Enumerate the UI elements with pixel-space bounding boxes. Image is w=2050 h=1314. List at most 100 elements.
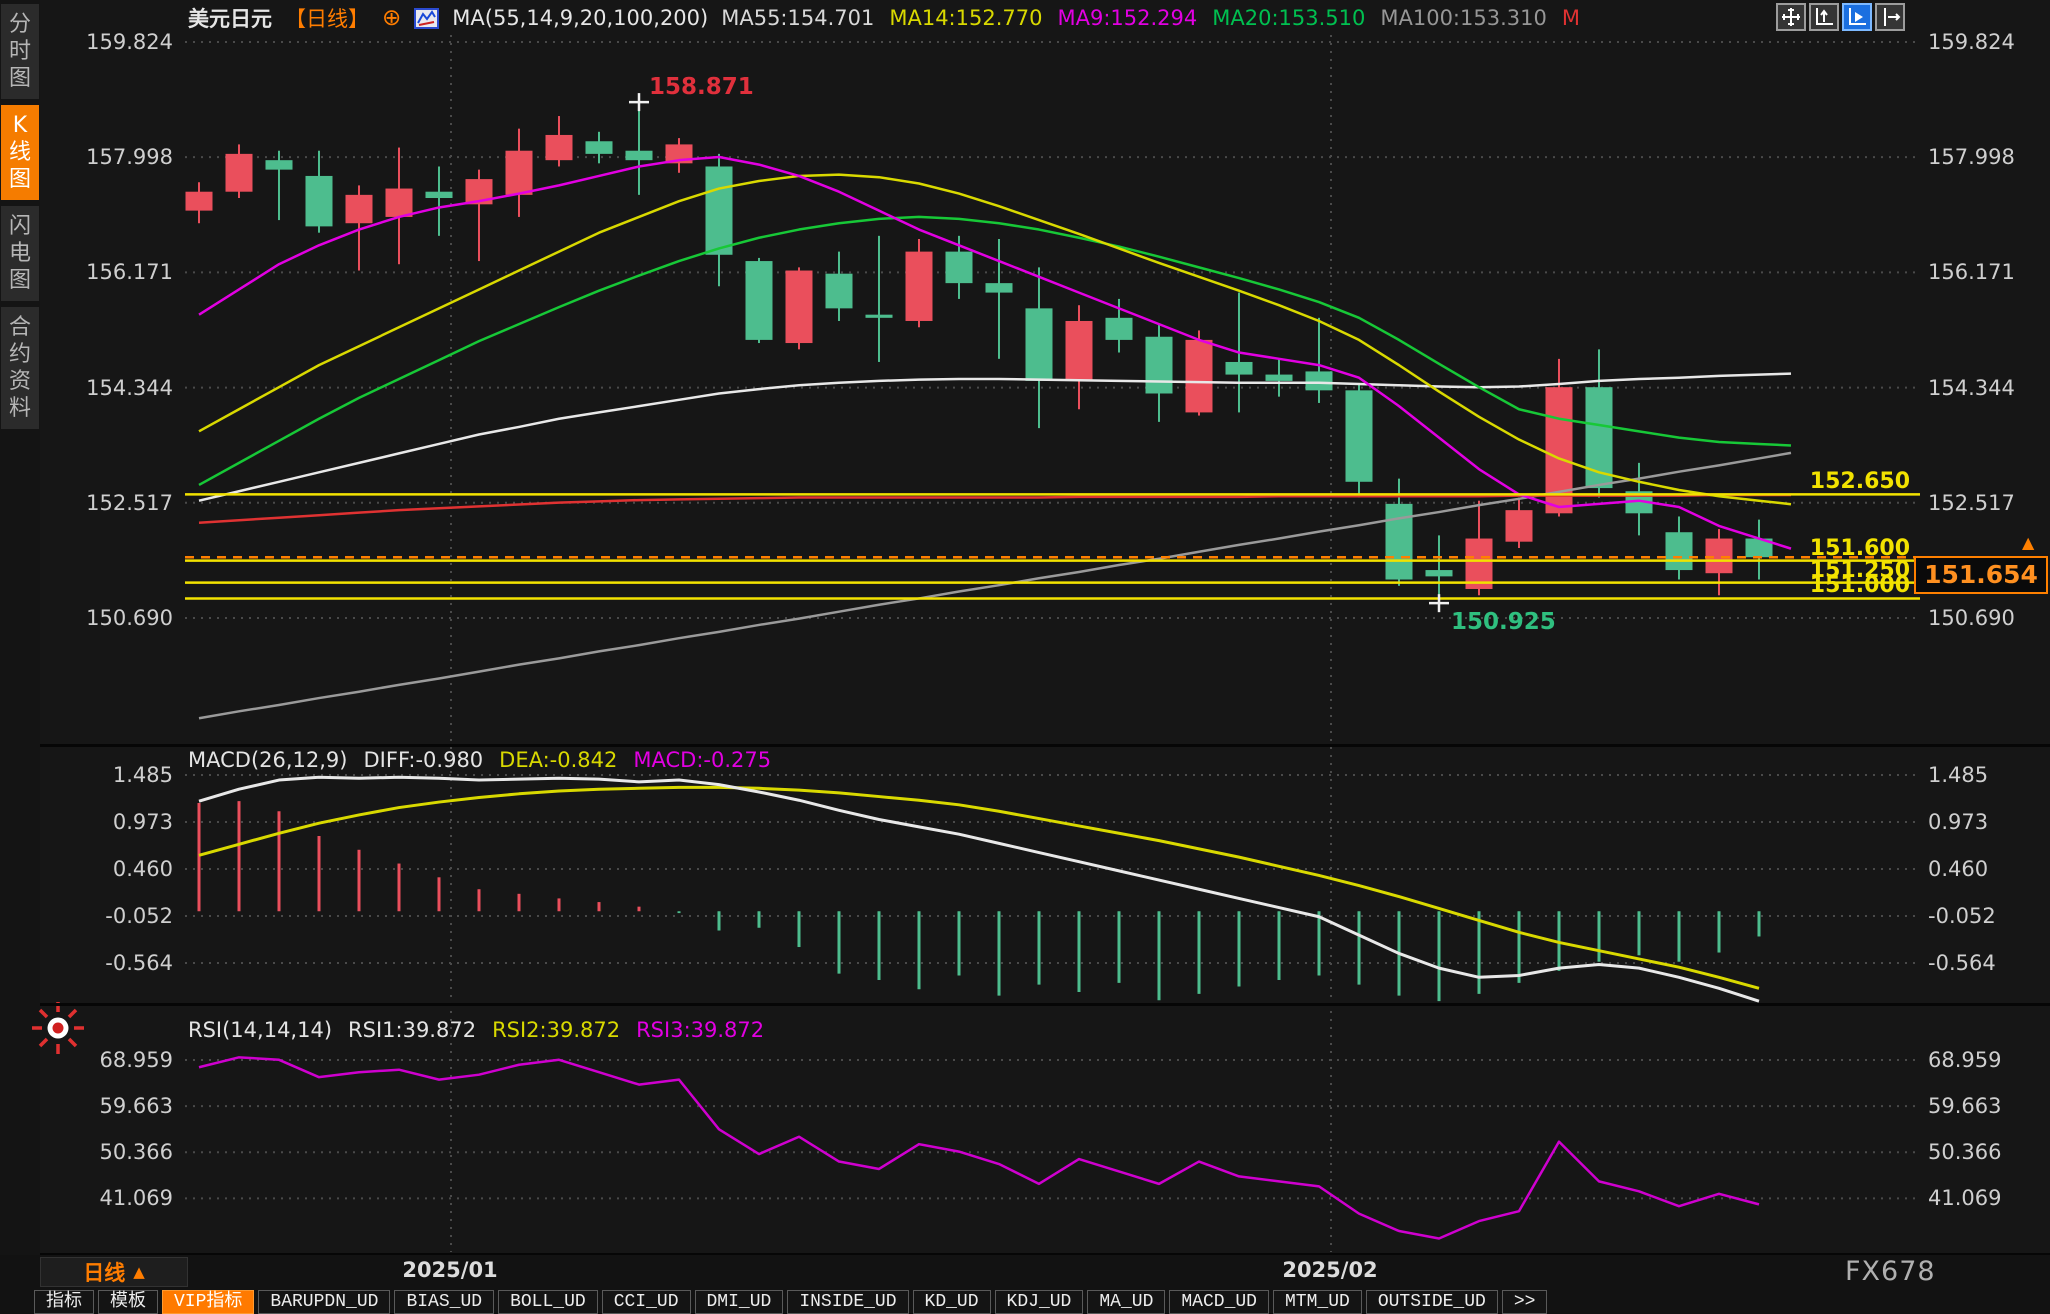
extreme-price-label: 158.871 [649,74,754,100]
sidebar-item-K线图[interactable]: K线图 [1,105,39,200]
price-tick: 1.485 [1928,762,1988,788]
footer-bar: 日线 ▲ 2025/01 2025/02 FX678 指标模板VIP指标BARU… [0,1255,2050,1314]
indicator-tab-KD_UD[interactable]: KD_UD [913,1290,991,1314]
price-tick: 156.171 [1928,259,2015,285]
rsi-header: RSI(14,14,14) RSI1:39.872 RSI2:39.872 RS… [188,1018,764,1042]
circle-plus-icon[interactable]: ⊕ [382,5,401,31]
trading-app: 分时图 K线图闪电图合约资料 美元日元 【日线】 ⊕ MA(55,14,9,20,… [0,0,2050,1314]
price-tick: -0.564 [38,950,173,976]
macd-diff-value: DIFF:-0.980 [364,748,484,772]
period-label: 日线 [83,1257,125,1287]
gridlines [185,35,1920,1252]
axis-shift-icon[interactable] [1875,3,1905,31]
macd-dea-value: DEA:-0.842 [499,748,617,772]
symbol-title: 美元日元 [188,3,272,33]
indicator-tab-BARUPDN_UD[interactable]: BARUPDN_UD [258,1290,390,1314]
indicator-tab-MTM_UD[interactable]: MTM_UD [1273,1290,1362,1314]
support-lines [185,494,1920,598]
price-tick: 154.344 [38,375,173,401]
ma-readout: M [1562,6,1580,30]
price-tick: 154.344 [1928,375,2015,401]
price-tick: 152.517 [1928,490,2015,516]
indicator-tab-模板[interactable]: 模板 [98,1290,158,1314]
price-tick: 0.973 [1928,809,1988,835]
chart-header: 美元日元 【日线】 ⊕ MA(55,14,9,20,100,200) MA55:… [188,3,1580,33]
price-tick: 157.998 [38,144,173,170]
indicator-tab-KDJ_UD[interactable]: KDJ_UD [995,1290,1084,1314]
price-tick: 150.690 [1928,605,2015,631]
indicator-tab-MA_UD[interactable]: MA_UD [1087,1290,1165,1314]
rsi1-value: RSI1:39.872 [348,1018,476,1042]
price-tick: 68.959 [38,1047,173,1073]
price-tick: 1.485 [38,762,173,788]
price-tick: 41.069 [38,1185,173,1211]
price-tick: 0.460 [1928,856,1988,882]
period-arrow-icon: ▲ [133,1263,145,1281]
mini-chart-icon[interactable] [414,8,439,29]
axis-play-icon[interactable] [1842,3,1872,31]
price-tick: -0.052 [1928,903,1996,929]
macd-header: MACD(26,12,9) DIFF:-0.980 DEA:-0.842 MAC… [188,748,771,772]
indicator-tab->>[interactable]: >> [1502,1290,1548,1314]
extreme-price-label: 150.925 [1451,609,1556,635]
price-tick: 156.171 [38,259,173,285]
indicator-tab-BIAS_UD[interactable]: BIAS_UD [394,1290,494,1314]
indicator-tab-OUTSIDE_UD[interactable]: OUTSIDE_UD [1366,1290,1498,1314]
current-price-box[interactable]: 151.654 [1914,556,2048,594]
period-selector[interactable]: 日线 ▲ [40,1257,188,1287]
price-tick: 152.517 [38,490,173,516]
macd-histogram [199,801,1759,1001]
crosshair-icon[interactable] [1776,3,1806,31]
pane-separator [40,1253,2050,1255]
rsi-title: RSI(14,14,14) [188,1018,332,1042]
indicator-tab-VIP指标[interactable]: VIP指标 [162,1290,254,1314]
price-tick: 159.824 [1928,29,2015,55]
support-line-label: 152.650 [1760,469,1910,494]
candlestick-chart-canvas[interactable] [0,0,2050,1314]
price-tick: 68.959 [1928,1047,2001,1073]
chart-toolbar [1776,3,1905,31]
ma-readout: MA55:154.701 [721,6,874,30]
pane-separator[interactable] [40,744,2050,747]
x-axis-label-jan: 2025/01 [370,1258,530,1282]
chart-type-sidebar: 分时图 K线图闪电图合约资料 [0,0,40,1314]
price-tick: 50.366 [38,1139,173,1165]
sidebar-item-合约资料[interactable]: 合约资料 [1,307,39,429]
ma-readout: MA100:153.310 [1380,6,1546,30]
indicator-tab-DMI_UD[interactable]: DMI_UD [695,1290,784,1314]
macd-title: MACD(26,12,9) [188,748,348,772]
indicator-tab-MACD_UD[interactable]: MACD_UD [1169,1290,1269,1314]
price-tick: 59.663 [38,1093,173,1119]
price-tick: 0.973 [38,809,173,835]
sidebar-item-分时图[interactable]: 分时图 [1,4,39,99]
period-tag[interactable]: 【日线】 [285,3,369,33]
indicator-tab-CCI_UD[interactable]: CCI_UD [602,1290,691,1314]
ma-readout: MA20:153.510 [1212,6,1365,30]
price-tick: -0.564 [1928,950,1996,976]
watermark: FX678 [1845,1256,1936,1287]
rsi3-value: RSI3:39.872 [636,1018,764,1042]
price-tick: 59.663 [1928,1093,2001,1119]
indicator-tab-INSIDE_UD[interactable]: INSIDE_UD [787,1290,908,1314]
sidebar-item-闪电图[interactable]: 闪电图 [1,206,39,301]
ma-readout: MA14:152.770 [889,6,1042,30]
price-arrow-icon: ▲ [2022,533,2034,552]
price-tick: 50.366 [1928,1139,2001,1165]
indicator-tab-BOLL_UD[interactable]: BOLL_UD [498,1290,598,1314]
ma-readouts: MA55:154.701 MA14:152.770 MA9:152.294 MA20:… [721,6,1580,30]
price-tick: 157.998 [1928,144,2015,170]
indicator-tab-指标[interactable]: 指标 [34,1290,94,1314]
price-tick: -0.052 [38,903,173,929]
indicator-tabs: 指标模板VIP指标BARUPDN_UDBIAS_UDBOLL_UDCCI_UDD… [34,1290,1547,1314]
pane-separator[interactable] [40,1003,2050,1006]
rsi-line [199,1057,1759,1238]
axis-scale-icon[interactable] [1809,3,1839,31]
ma-readout: MA9:152.294 [1057,6,1197,30]
macd-macd-value: MACD:-0.275 [633,748,771,772]
candles-layer [186,102,1773,603]
macd-diff-line [199,777,1759,1001]
price-tick: 0.460 [38,856,173,882]
ma-params: MA(55,14,9,20,100,200) [452,6,708,30]
price-tick: 159.824 [38,29,173,55]
price-tick: 150.690 [38,605,173,631]
